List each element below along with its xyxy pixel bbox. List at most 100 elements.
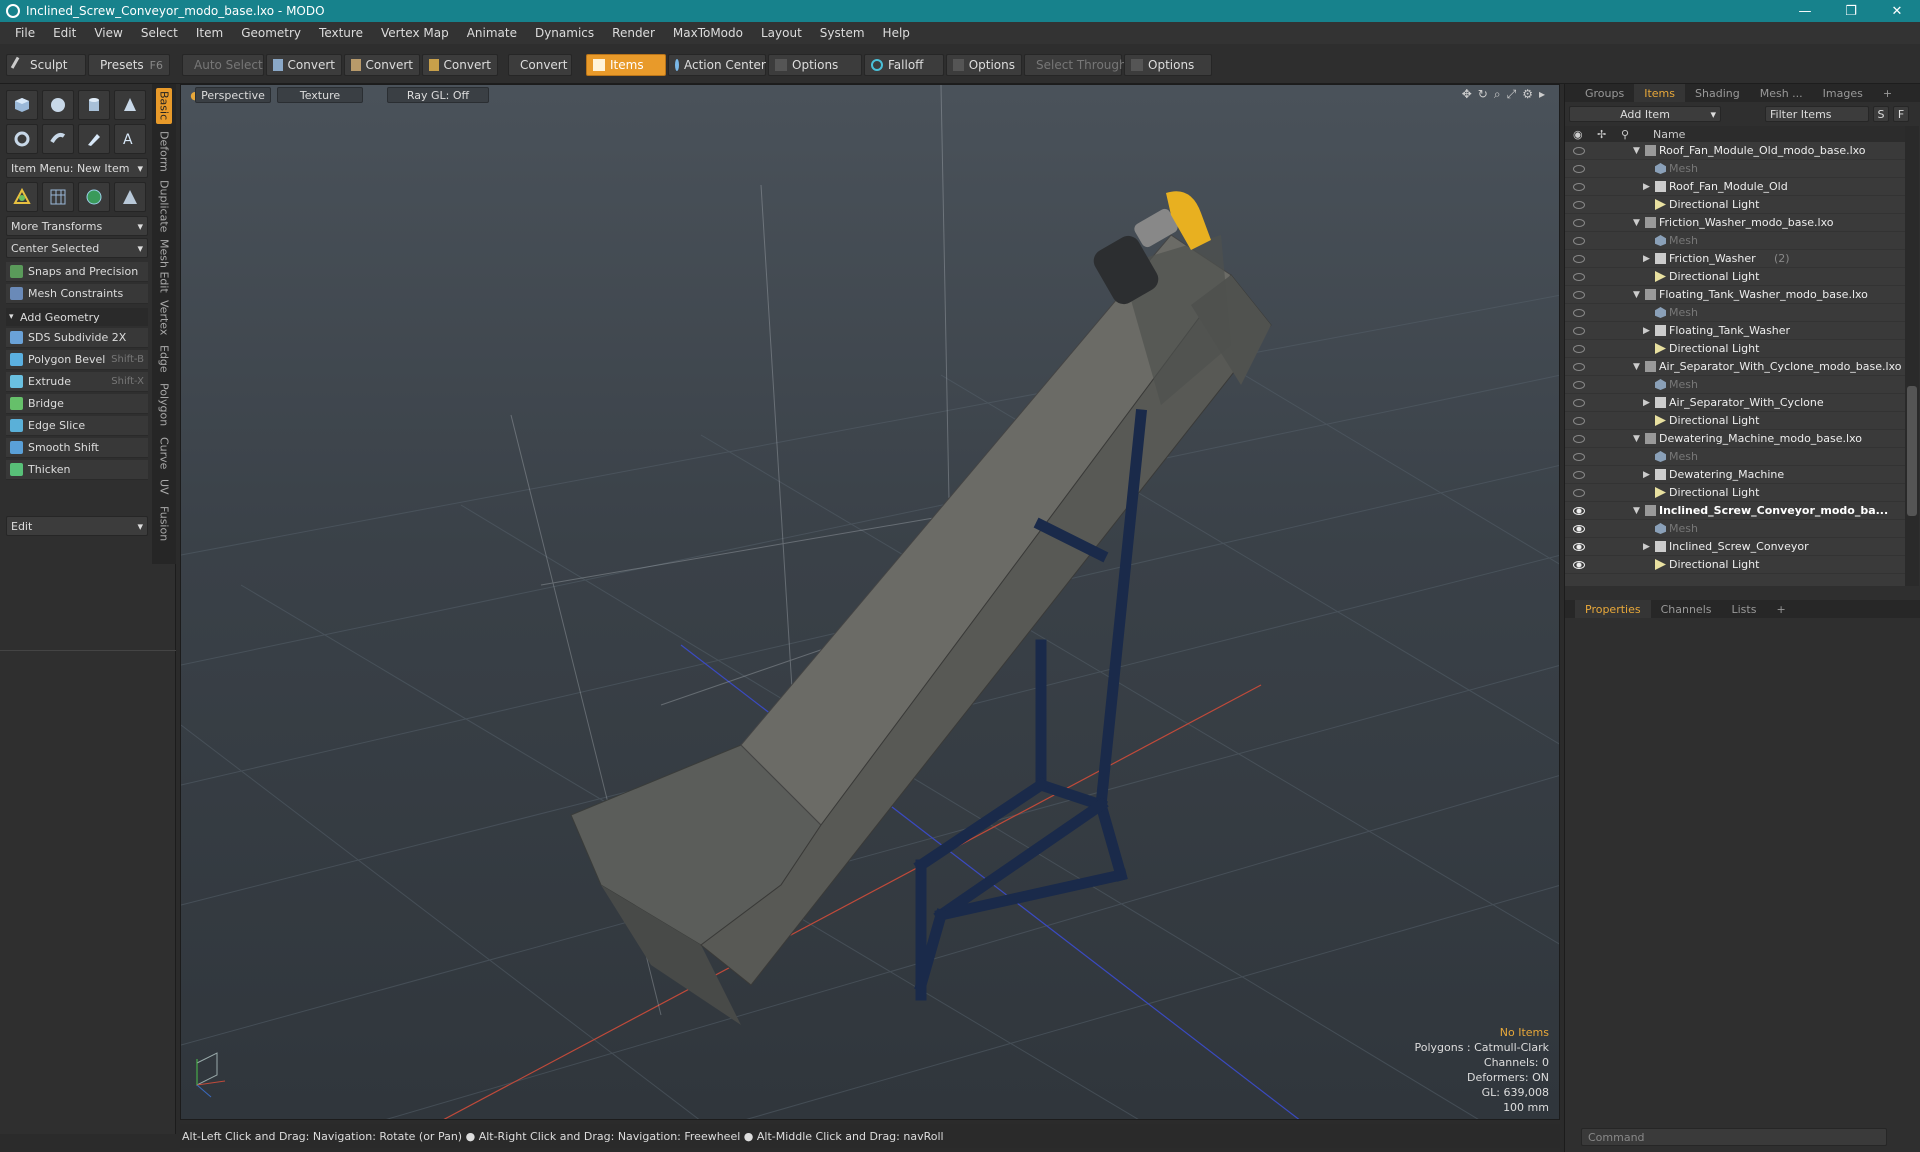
- menu-texture[interactable]: Texture: [310, 26, 372, 40]
- expand-arrow-icon[interactable]: ▼: [1633, 506, 1640, 516]
- visibility-eye-icon[interactable]: [1573, 524, 1585, 533]
- auto-select-button[interactable]: Auto Select: [182, 54, 264, 76]
- sphere-icon[interactable]: [42, 90, 74, 120]
- convert-vertex-button[interactable]: Convert: [266, 54, 342, 76]
- name-column-header[interactable]: Name: [1653, 128, 1685, 141]
- menu-layout[interactable]: Layout: [752, 26, 811, 40]
- cone-icon[interactable]: [114, 90, 146, 120]
- tree-row[interactable]: Directional Light: [1565, 556, 1905, 574]
- expand-arrow-icon[interactable]: ▼: [1633, 362, 1640, 372]
- tree-row[interactable]: Directional Light: [1565, 196, 1905, 214]
- visibility-eye-icon[interactable]: [1573, 470, 1585, 479]
- tab-items[interactable]: Items: [1634, 84, 1686, 102]
- menu-view[interactable]: View: [85, 26, 131, 40]
- item-menu-dropdown[interactable]: Item Menu: New Item ▾: [6, 158, 148, 178]
- 3d-viewport[interactable]: ● Perspective Texture Ray GL: Off ✥ ↻ ⌕ …: [180, 84, 1560, 1120]
- pen-tool-icon[interactable]: [78, 124, 110, 154]
- tab-images[interactable]: Images: [1813, 84, 1873, 102]
- tree-row[interactable]: ▶ Dewatering_Machine: [1565, 466, 1905, 484]
- tree-row[interactable]: Mesh: [1565, 232, 1905, 250]
- tab-channels[interactable]: Channels: [1651, 600, 1722, 618]
- menu-vertex-map[interactable]: Vertex Map: [372, 26, 458, 40]
- visibility-eye-icon[interactable]: [1573, 506, 1585, 515]
- tab-curve[interactable]: Curve: [156, 434, 172, 472]
- menu-dynamics[interactable]: Dynamics: [526, 26, 603, 40]
- menu-system[interactable]: System: [811, 26, 874, 40]
- visibility-eye-icon[interactable]: [1573, 236, 1585, 245]
- visibility-eye-icon[interactable]: [1573, 542, 1585, 551]
- grid-icon[interactable]: [42, 182, 74, 212]
- collapsed-arrow-icon[interactable]: ▶: [1643, 326, 1650, 336]
- tab-mesh-edit[interactable]: Mesh Edit: [156, 238, 172, 294]
- collapsed-arrow-icon[interactable]: ▶: [1643, 542, 1650, 552]
- visibility-eye-icon[interactable]: [1573, 326, 1585, 335]
- tree-row[interactable]: ▼ Friction_Washer_modo_base.lxo: [1565, 214, 1905, 232]
- tool-extrude[interactable]: Extrude Shift-X: [6, 372, 148, 392]
- tree-row[interactable]: ▶ Air_Separator_With_Cyclone: [1565, 394, 1905, 412]
- collapsed-arrow-icon[interactable]: ▶: [1643, 182, 1650, 192]
- collapsed-arrow-icon[interactable]: ▶: [1643, 254, 1650, 264]
- move-view-icon[interactable]: ✥: [1462, 87, 1472, 102]
- add-tab-icon[interactable]: +: [1873, 84, 1902, 102]
- more-transforms-dropdown[interactable]: More Transforms ▾: [6, 216, 148, 236]
- tree-row[interactable]: ▼ Floating_Tank_Washer_modo_base.lxo: [1565, 286, 1905, 304]
- scrollbar-thumb[interactable]: [1907, 386, 1917, 516]
- command-input[interactable]: Command: [1581, 1128, 1887, 1146]
- menu-item[interactable]: Item: [187, 26, 232, 40]
- tab-groups[interactable]: Groups: [1575, 84, 1634, 102]
- visibility-eye-icon[interactable]: [1573, 434, 1585, 443]
- maximize-button[interactable]: ❐: [1828, 0, 1874, 22]
- add-props-tab-icon[interactable]: +: [1766, 600, 1795, 618]
- add-item-dropdown[interactable]: Add Item ▾: [1569, 106, 1721, 122]
- tool-polygon-bevel[interactable]: Polygon Bevel Shift-B: [6, 350, 148, 370]
- view-mode-perspective[interactable]: Perspective: [195, 87, 271, 103]
- tree-row[interactable]: Directional Light: [1565, 268, 1905, 286]
- visibility-eye-icon[interactable]: [1573, 146, 1585, 155]
- tree-row[interactable]: ▼ Dewatering_Machine_modo_base.lxo: [1565, 430, 1905, 448]
- text-tool-icon[interactable]: A: [114, 124, 146, 154]
- visibility-eye-icon[interactable]: [1573, 164, 1585, 173]
- cube-icon[interactable]: [6, 90, 38, 120]
- tree-row[interactable]: Directional Light: [1565, 484, 1905, 502]
- filter-items-input[interactable]: Filter Items: [1765, 106, 1869, 122]
- falloff-button[interactable]: Falloff: [864, 54, 944, 76]
- convert-item-button[interactable]: Convert: [508, 54, 572, 76]
- select-through-options-button[interactable]: Options: [1124, 54, 1212, 76]
- tree-row[interactable]: Directional Light: [1565, 412, 1905, 430]
- collapsed-arrow-icon[interactable]: ▶: [1643, 398, 1650, 408]
- expand-arrow-icon[interactable]: ▼: [1633, 218, 1640, 228]
- maximize-view-icon[interactable]: ⤢: [1507, 87, 1517, 102]
- expand-arrow-icon[interactable]: ▼: [1633, 434, 1640, 444]
- falloff-options-button[interactable]: Options: [946, 54, 1022, 76]
- tab-shading[interactable]: Shading: [1685, 84, 1750, 102]
- s-filter-button[interactable]: S: [1873, 106, 1889, 122]
- visibility-eye-icon[interactable]: [1573, 182, 1585, 191]
- edit-dropdown[interactable]: Edit ▾: [6, 516, 148, 536]
- tree-row[interactable]: ▼ Roof_Fan_Module_Old_modo_base.lxo: [1565, 142, 1905, 160]
- tab-lists[interactable]: Lists: [1722, 600, 1767, 618]
- visibility-eye-icon[interactable]: [1573, 416, 1585, 425]
- close-button[interactable]: ✕: [1874, 0, 1920, 22]
- sculpt-button[interactable]: Sculpt: [6, 54, 86, 76]
- shading-mode-texture[interactable]: Texture: [277, 87, 363, 103]
- tool-thicken[interactable]: Thicken: [6, 460, 148, 480]
- action-center-options-button[interactable]: Options: [768, 54, 862, 76]
- convert-polygon-button[interactable]: Convert: [422, 54, 498, 76]
- tab-deform[interactable]: Deform: [156, 128, 172, 174]
- rotate-view-icon[interactable]: ↻: [1478, 87, 1488, 102]
- tree-row[interactable]: ▼ Air_Separator_With_Cyclone_modo_base.lx…: [1565, 358, 1905, 376]
- tool-smooth-shift[interactable]: Smooth Shift: [6, 438, 148, 458]
- items-mode-button[interactable]: Items: [586, 54, 666, 76]
- visibility-eye-icon[interactable]: [1573, 398, 1585, 407]
- center-selected-dropdown[interactable]: Center Selected ▾: [6, 238, 148, 258]
- snaps-precision-button[interactable]: Snaps and Precision: [6, 262, 148, 282]
- visibility-eye-icon[interactable]: [1573, 272, 1585, 281]
- tree-row[interactable]: ▶ Floating_Tank_Washer: [1565, 322, 1905, 340]
- action-center-button[interactable]: Action Center: [668, 54, 766, 76]
- tab-uv[interactable]: UV: [156, 476, 172, 498]
- visibility-eye-icon[interactable]: [1573, 290, 1585, 299]
- tree-row[interactable]: Mesh: [1565, 160, 1905, 178]
- tree-row[interactable]: Mesh: [1565, 520, 1905, 538]
- menu-maxtomodo[interactable]: MaxToModo: [664, 26, 752, 40]
- visibility-eye-icon[interactable]: [1573, 452, 1585, 461]
